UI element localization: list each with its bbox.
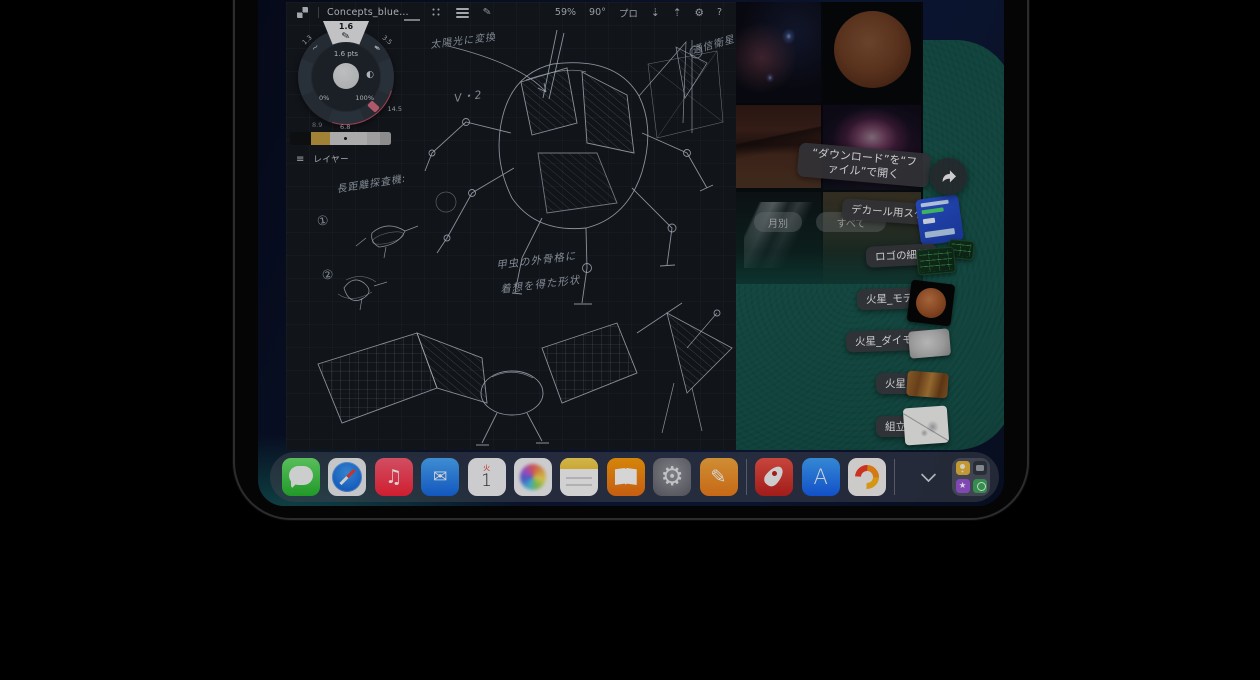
tab-monthly[interactable]: 月別 [754,212,802,232]
tab-monthly-label: 月別 [768,215,788,230]
concepts-c-icon [850,460,884,494]
dock-app-mail[interactable]: ✉ [421,458,459,496]
concepts-toolbar: Concepts_blue… ✎ 59% 90° プロ ⇣ ⇡ ⚙ ? [286,2,736,23]
color-swatch-bar[interactable] [290,132,391,145]
file-chip-mars-label: 火星 [885,378,906,390]
library-mini-lightbulb-icon [956,461,970,475]
swatch-selected-dot [344,137,347,140]
share-forward-button[interactable] [930,158,967,195]
dock-app-safari[interactable] [328,458,366,496]
swatch-gray[interactable] [367,132,380,145]
pen-nib-icon[interactable]: ✎ [482,6,492,18]
open-downloads-tooltip-text: “ダウンロード”を“ファイル”で開く [812,146,918,180]
opacity-min-label: 0% [319,94,329,102]
toolbar-separator [318,7,319,18]
opacity-max-label: 100% [355,94,374,102]
layers-row[interactable]: ≡ レイヤー [296,153,349,165]
annotation-mark2: ② [321,267,336,284]
music-note-icon: ♫ [385,466,402,488]
active-tool-size: 1.6 [298,22,394,31]
tool-wheel-center[interactable]: 1.6 pts 0% 100% ◐ [311,42,381,112]
tool-size-3: 6.8 [340,123,350,131]
pages-pen-icon: ✎ [711,466,727,488]
dock-app-books[interactable] [607,458,645,496]
photos-app-window: 月別 すべて [736,2,923,284]
stroke-size-label: 1.6 pts [311,50,381,58]
app-store-a-icon: A [814,465,828,489]
swatch-gold[interactable] [311,132,330,145]
swatch-black[interactable] [290,132,311,145]
mail-envelope-icon: ✉ [433,467,447,487]
concepts-app-window: Concepts_blue… ✎ 59% 90° プロ ⇣ ⇡ ⚙ ? [286,2,736,450]
settings-gear-glyph: ⚙ [660,462,683,492]
workspace-grid-icon[interactable] [297,7,308,18]
layers-menu-icon[interactable]: ≡ [296,154,304,165]
dock-app-library[interactable]: ★ [952,458,990,496]
library-mini-clock-icon [973,479,987,493]
notes-band-icon [560,458,598,469]
file-thumb-mars[interactable] [906,371,949,399]
settings-gear-icon[interactable]: ⚙ [695,7,704,19]
document-title[interactable]: Concepts_blue… [327,7,409,18]
dock-app-music[interactable]: ♫ [375,458,413,496]
dock-divider-1 [746,459,747,495]
dots-grid-icon[interactable] [431,7,442,18]
annotation-mark1: ① [316,213,331,230]
ipad-screen: Concepts_blue… ✎ 59% 90° プロ ⇣ ⇡ ⚙ ? [258,0,1004,506]
download-icon[interactable]: ⇣ [651,7,660,19]
photos-flower-icon [520,464,546,490]
contrast-icon: ◐ [366,70,374,80]
zoom-level[interactable]: 59% [555,7,576,18]
dock-divider-2 [894,459,895,495]
active-tool-underline [404,19,420,21]
calendar-day: 1 [481,472,492,490]
tool-wheel[interactable]: 1.6 ✎ 1.3 3.5 14.5 6.8 8.9 ~ ✒ 1.6 pts 0… [296,23,396,127]
rotation-value[interactable]: 90° [589,7,606,18]
notes-line-2 [566,484,592,486]
dock-app-rocket[interactable] [755,458,793,496]
tool-size-4: 8.9 [312,121,322,129]
dock-app-messages[interactable] [282,458,320,496]
color-knob[interactable] [333,63,359,89]
library-mini-camera-icon [973,461,987,475]
messages-bubble-icon [289,466,313,485]
file-thumb-mars-deimos[interactable] [908,328,951,358]
dock-app-settings[interactable]: ⚙ [653,458,691,496]
ipad-device: Concepts_blue… ✎ 59% 90° プロ ⇣ ⇡ ⚙ ? [233,0,1029,520]
library-mini-star-icon: ★ [956,479,970,493]
share-forward-icon [939,167,958,186]
file-thumb-logo-detail[interactable] [916,246,956,275]
dock-app-notes[interactable] [560,458,598,496]
tool-size-eraser: 14.5 [388,105,402,113]
swatch-dark-gray[interactable] [380,132,391,145]
export-icon[interactable]: ⇡ [673,7,682,19]
dock-app-photos[interactable] [514,458,552,496]
dock-app-app-store[interactable]: A [802,458,840,496]
layers-stack-icon[interactable] [456,7,469,18]
dock-app-calendar[interactable]: 火 1 [468,458,506,496]
layers-label: レイヤー [313,153,349,165]
books-open-book-icon [615,468,637,485]
dock-app-concepts[interactable] [848,458,886,496]
dock-chevron-down-button[interactable] [914,458,944,496]
notes-line-1 [566,477,592,479]
stage: Concepts_blue… ✎ 59% 90° プロ ⇣ ⇡ ⚙ ? [0,0,1260,680]
chevron-down-icon [921,466,937,482]
file-thumb-mars-model[interactable] [907,279,956,326]
swatch-light-gray[interactable] [330,132,367,145]
help-button[interactable]: ? [717,7,722,18]
file-thumb-decal[interactable] [915,194,964,246]
toolbar-right-group: 59% 90° プロ ⇣ ⇡ ⚙ ? [555,2,736,23]
dock: ♫ ✉ 火 1 ⚙ ✎ [270,452,999,502]
pro-button[interactable]: プロ [619,6,638,20]
dock-app-pages[interactable]: ✎ [700,458,738,496]
file-thumb-assembly[interactable] [903,406,949,446]
